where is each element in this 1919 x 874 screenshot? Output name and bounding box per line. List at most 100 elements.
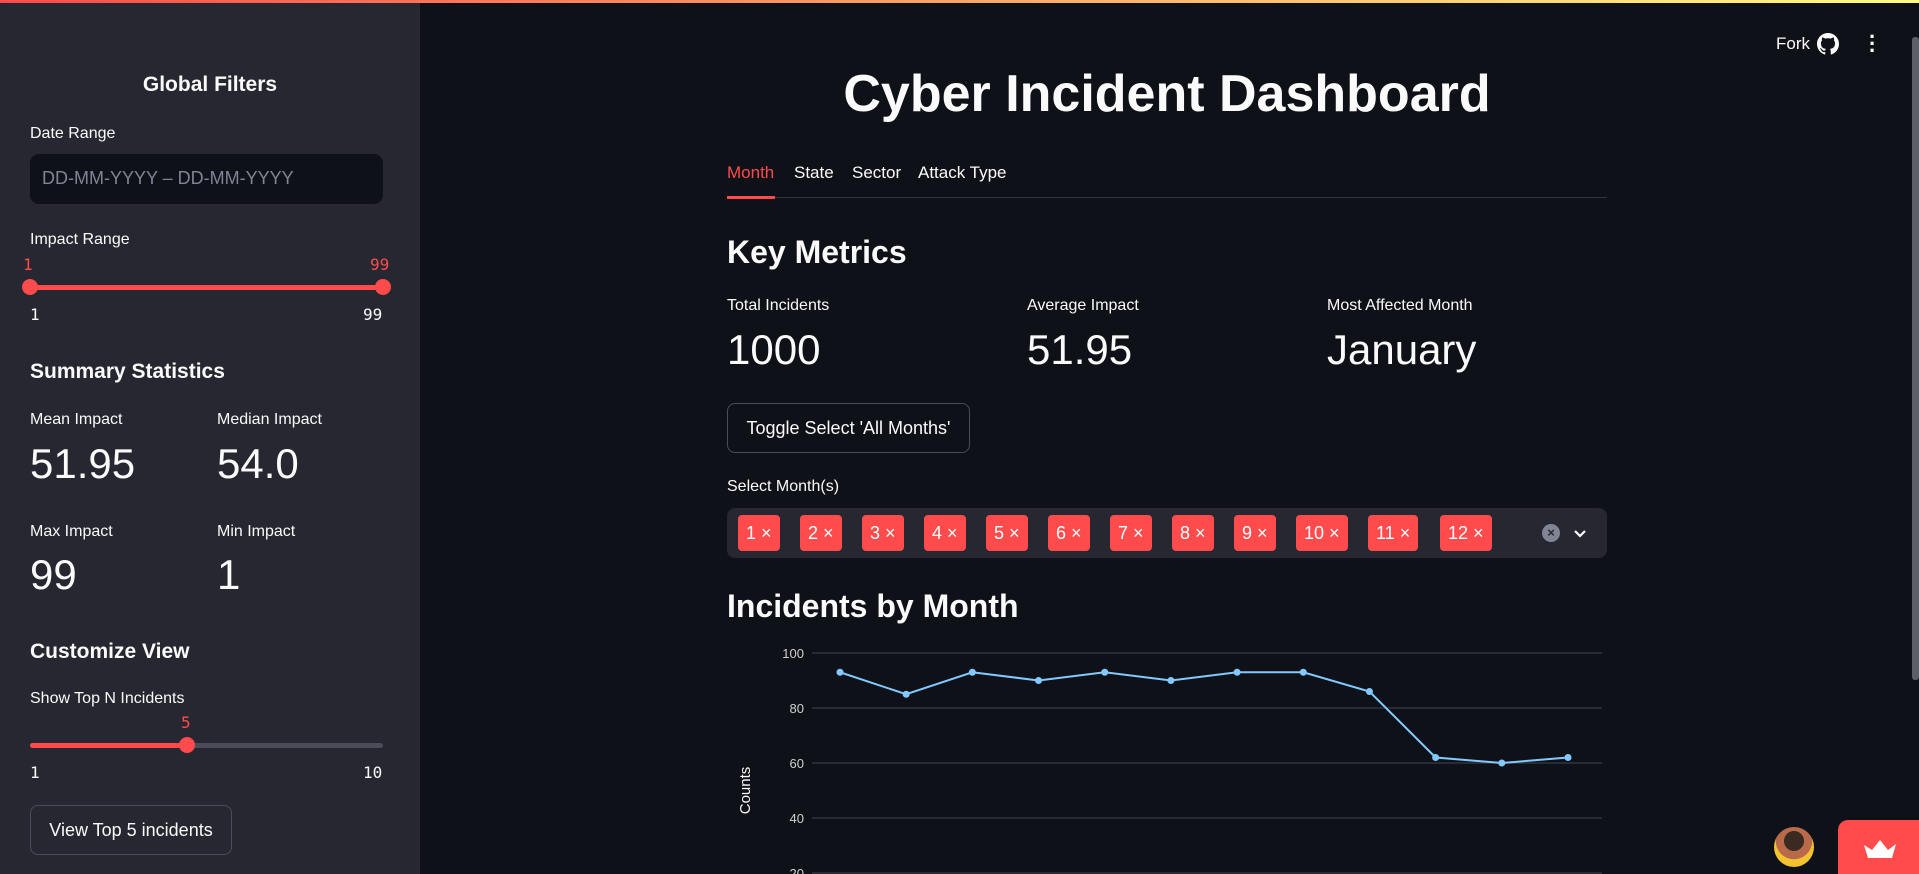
topn-slider-fill xyxy=(30,743,187,748)
select-months-label: Select Month(s) xyxy=(727,478,840,495)
data-point[interactable] xyxy=(1233,668,1241,676)
fork-button[interactable]: Fork xyxy=(1776,34,1810,54)
crown-icon xyxy=(1864,840,1896,858)
key-metrics-title: Key Metrics xyxy=(727,234,907,270)
data-point[interactable] xyxy=(1498,759,1506,767)
month-chip[interactable]: 12 × xyxy=(1440,515,1492,551)
toggle-all-months-button[interactable]: Toggle Select 'All Months' xyxy=(727,403,970,453)
data-point[interactable] xyxy=(968,668,976,676)
topn-value: 5 xyxy=(181,713,191,732)
chevron-down-icon[interactable] xyxy=(1572,525,1588,541)
active-tab-indicator xyxy=(727,196,775,199)
remove-chip-icon[interactable]: × xyxy=(1004,523,1020,543)
impact-range-slider[interactable] xyxy=(30,285,383,290)
remove-chip-icon[interactable]: × xyxy=(942,523,958,543)
view-top-incidents-button[interactable]: View Top 5 incidents xyxy=(30,805,232,855)
total-incidents-label: Total Incidents xyxy=(727,297,830,314)
data-point[interactable] xyxy=(1432,754,1440,761)
tab-month[interactable]: Month xyxy=(727,163,774,183)
data-point[interactable] xyxy=(1564,754,1572,761)
data-point[interactable] xyxy=(902,690,910,698)
data-point[interactable] xyxy=(836,668,844,676)
month-chip[interactable]: 1 × xyxy=(738,515,780,551)
y-tick-label: 20 xyxy=(790,866,804,874)
month-chip-label: 11 xyxy=(1376,523,1395,543)
remove-chip-icon[interactable]: × xyxy=(1252,523,1268,543)
month-chip-label: 9 xyxy=(1242,523,1253,543)
github-icon[interactable] xyxy=(1817,33,1839,55)
month-chip-label: 5 xyxy=(994,523,1005,543)
data-point[interactable] xyxy=(1035,677,1043,684)
month-chip[interactable]: 2 × xyxy=(800,515,842,551)
scrollbar[interactable] xyxy=(1912,37,1919,680)
max-label: Max Impact xyxy=(30,523,113,540)
remove-chip-icon[interactable]: × xyxy=(880,523,896,543)
remove-chip-icon[interactable]: × xyxy=(1190,523,1206,543)
month-chip[interactable]: 4 × xyxy=(924,515,966,551)
date-range-input[interactable]: DD-MM-YYYY – DD-MM-YYYY xyxy=(30,154,383,204)
month-chip-label: 10 xyxy=(1304,523,1325,543)
summary-title: Summary Statistics xyxy=(30,360,225,383)
topn-max-label: 10 xyxy=(363,763,383,782)
median-label: Median Impact xyxy=(217,411,322,428)
clear-all-icon[interactable]: × xyxy=(1542,524,1560,542)
month-chip[interactable]: 11 × xyxy=(1368,515,1419,551)
series-line xyxy=(839,671,1569,765)
most-affected-label: Most Affected Month xyxy=(1327,297,1473,314)
mean-label: Mean Impact xyxy=(30,411,123,428)
page-title: Cyber Incident Dashboard xyxy=(843,65,1491,123)
sidebar: Global Filters Date Range DD-MM-YYYY – D… xyxy=(0,3,420,874)
month-chip-label: 12 xyxy=(1448,523,1469,543)
remove-chip-icon[interactable]: × xyxy=(818,523,834,543)
tab-state[interactable]: State xyxy=(794,163,834,183)
streamlit-badge[interactable] xyxy=(1838,820,1919,874)
impact-max-label: 99 xyxy=(363,305,383,324)
y-tick-label: 40 xyxy=(790,811,804,826)
topn-min-label: 1 xyxy=(30,763,40,782)
impact-low-value: 1 xyxy=(23,255,33,274)
min-label: Min Impact xyxy=(217,523,296,540)
user-avatar[interactable] xyxy=(1774,827,1814,867)
remove-chip-icon[interactable]: × xyxy=(756,523,772,543)
data-point[interactable] xyxy=(1167,677,1175,684)
impact-high-handle[interactable] xyxy=(375,279,391,295)
average-impact-value: 51.95 xyxy=(1027,326,1133,373)
data-point[interactable] xyxy=(1299,668,1307,676)
month-chip[interactable]: 3 × xyxy=(862,515,904,551)
remove-chip-icon[interactable]: × xyxy=(1066,523,1082,543)
impact-range-label: Impact Range xyxy=(30,231,130,248)
tab-attack-type[interactable]: Attack Type xyxy=(918,163,1007,183)
month-chip[interactable]: 5 × xyxy=(986,515,1028,551)
topn-handle[interactable] xyxy=(178,737,195,753)
min-value: 1 xyxy=(217,551,241,598)
sidebar-title: Global Filters xyxy=(142,73,278,96)
incidents-line-chart: 100 80 60 40 20 Counts xyxy=(737,646,1602,874)
month-chip-label: 2 xyxy=(808,523,819,543)
impact-min-label: 1 xyxy=(30,305,40,324)
remove-chip-icon[interactable]: × xyxy=(1324,523,1340,543)
y-tick-label: 60 xyxy=(790,756,804,771)
month-chip[interactable]: 8 × xyxy=(1172,515,1214,551)
remove-chip-icon[interactable]: × xyxy=(1468,523,1484,543)
remove-chip-icon[interactable]: × xyxy=(1128,523,1144,543)
month-chip[interactable]: 10 × xyxy=(1296,515,1348,551)
most-affected-value: January xyxy=(1327,326,1477,373)
y-axis-label: Counts xyxy=(737,767,754,815)
topn-label: Show Top N Incidents xyxy=(30,690,185,707)
impact-low-handle[interactable] xyxy=(22,279,38,295)
month-chip[interactable]: 9 × xyxy=(1234,515,1276,551)
month-chip-label: 6 xyxy=(1056,523,1067,543)
mean-value: 51.95 xyxy=(30,440,136,487)
data-point[interactable] xyxy=(1365,688,1373,695)
month-chip-label: 3 xyxy=(870,523,881,543)
customize-title: Customize View xyxy=(30,640,190,663)
average-impact-label: Average Impact xyxy=(1027,297,1139,314)
data-point[interactable] xyxy=(1101,668,1109,676)
date-range-label: Date Range xyxy=(30,125,116,142)
tab-sector[interactable]: Sector xyxy=(852,163,901,183)
total-incidents-value: 1000 xyxy=(727,326,821,373)
remove-chip-icon[interactable]: × xyxy=(1395,523,1411,543)
month-chip[interactable]: 7 × xyxy=(1110,515,1152,551)
more-vertical-icon[interactable]: · · · xyxy=(1869,26,1876,62)
month-chip[interactable]: 6 × xyxy=(1048,515,1090,551)
